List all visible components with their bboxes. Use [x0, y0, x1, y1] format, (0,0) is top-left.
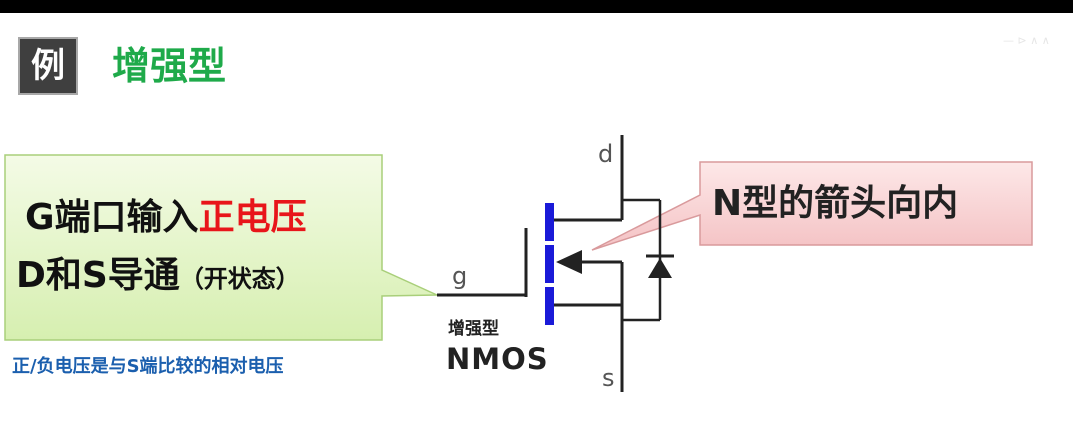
- pin-g-label: g: [452, 262, 468, 290]
- pin-d-label: d: [598, 140, 614, 168]
- channel-segment-bottom: [545, 287, 554, 325]
- left-callout-line2: D和S导通（开状态）: [16, 254, 376, 301]
- left-callout-box: [4, 154, 438, 341]
- channel-segment-mid: [545, 245, 554, 283]
- left-callout-line2-paren: （开状态）: [179, 265, 300, 293]
- voltage-note: 正/负电压是与S端比较的相对电压: [12, 356, 284, 377]
- pin-s-label: s: [602, 364, 615, 392]
- transistor-type-label: NMOS: [446, 342, 549, 376]
- transistor-sub-label: 增强型: [448, 319, 499, 339]
- watermark: — ⊳ ∧ ∧: [1003, 34, 1050, 47]
- body-diode-icon: [648, 258, 672, 278]
- left-callout-line1-prefix: G端口输入: [25, 197, 199, 238]
- left-callout-line1: G端口输入正电压: [25, 196, 370, 240]
- right-callout-text: N型的箭头向内: [712, 183, 959, 224]
- body-arrow-head: [556, 250, 582, 274]
- channel-segment-top: [545, 203, 554, 241]
- left-callout-positive-voltage: 正电压: [198, 197, 307, 238]
- left-callout-line2-main: D和S导通: [16, 255, 180, 296]
